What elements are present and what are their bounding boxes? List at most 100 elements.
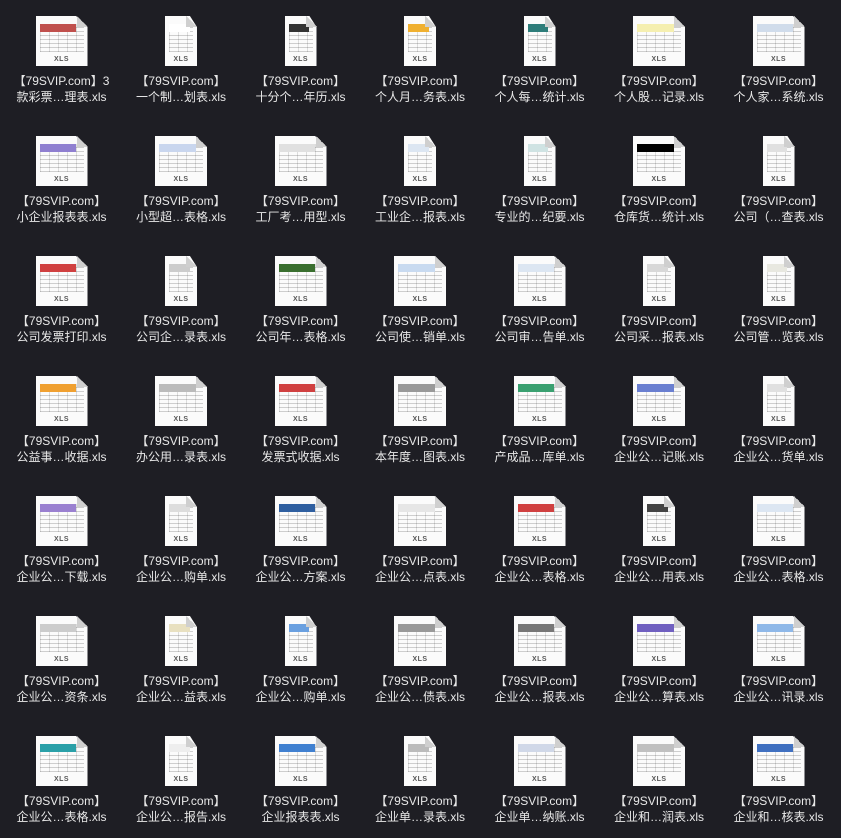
- spreadsheet-file-icon: XLS: [394, 256, 446, 306]
- file-name-line-1: 【79SVIP.com】3: [13, 74, 110, 88]
- file-item[interactable]: XLS 【79SVIP.com】 企业公…点表.xls: [361, 480, 480, 592]
- file-name-line-1: 【79SVIP.com】: [16, 434, 107, 448]
- file-item[interactable]: XLS 【79SVIP.com】 企业公…货单.xls: [719, 360, 838, 472]
- file-type-badge: XLS: [770, 536, 787, 543]
- spreadsheet-file-icon: XLS: [35, 736, 88, 786]
- file-item[interactable]: XLS 【79SVIP.com】 企业公…购单.xls: [122, 480, 241, 592]
- file-item[interactable]: XLS 【79SVIP.com】 公司企…录表.xls: [122, 240, 241, 352]
- file-item[interactable]: XLS 【79SVIP.com】 工业企…报表.xls: [361, 120, 480, 232]
- file-type-badge: XLS: [173, 776, 189, 783]
- file-item[interactable]: XLS 【79SVIP.com】 十分个…年历.xls: [241, 0, 360, 112]
- file-name: 【79SVIP.com】 企业公…资条.xls: [2, 673, 121, 705]
- file-name-line-1: 【79SVIP.com】: [16, 674, 107, 688]
- file-name-line-2: 企业公…方案.xls: [255, 570, 346, 584]
- file-name: 【79SVIP.com】 公司（…查表.xls: [719, 193, 838, 225]
- file-type-badge: XLS: [292, 296, 309, 303]
- file-name-line-1: 【79SVIP.com】: [136, 794, 226, 808]
- file-name-line-1: 【79SVIP.com】: [375, 194, 465, 208]
- spreadsheet-file-icon: XLS: [513, 736, 566, 786]
- file-name: 【79SVIP.com】 公司使…销单.xls: [361, 313, 480, 345]
- file-name: 【79SVIP.com】 企业公…报告.xls: [122, 793, 241, 825]
- file-name-line-1: 【79SVIP.com】: [733, 794, 824, 808]
- file-item[interactable]: XLS 【79SVIP.com】 本年度…图表.xls: [361, 360, 480, 472]
- file-item[interactable]: XLS 【79SVIP.com】 企业单…纳账.xls: [480, 720, 599, 832]
- file-item[interactable]: XLS 【79SVIP.com】 企业公…表格.xls: [719, 480, 838, 592]
- spreadsheet-file-icon: XLS: [35, 616, 88, 666]
- file-type-badge: XLS: [412, 296, 428, 303]
- file-item[interactable]: XLS 【79SVIP.com】 发票式收据.xls: [241, 360, 360, 472]
- file-type-badge: XLS: [531, 416, 548, 423]
- spreadsheet-file-icon: XLS: [274, 376, 327, 426]
- file-name: 【79SVIP.com】 企业公…记账.xls: [600, 433, 719, 465]
- file-item[interactable]: XLS 【79SVIP.com】 公司管…览表.xls: [719, 240, 838, 352]
- file-item[interactable]: XLS 【79SVIP.com】 企业公…讯录.xls: [719, 600, 838, 712]
- file-item[interactable]: XLS 【79SVIP.com】 仓库货…统计.xls: [600, 120, 719, 232]
- file-item[interactable]: XLS 【79SVIP.com】 小企业报表表.xls: [2, 120, 121, 232]
- file-item[interactable]: XLS 【79SVIP.com】 企业公…债表.xls: [361, 600, 480, 712]
- file-name: 【79SVIP.com】 小企业报表表.xls: [2, 193, 121, 225]
- file-item[interactable]: XLS 【79SVIP.com】 公司审…告单.xls: [480, 240, 599, 352]
- file-item[interactable]: XLS 【79SVIP.com】 公益事…收据.xls: [2, 360, 121, 472]
- spreadsheet-file-icon: XLS: [274, 496, 327, 546]
- spreadsheet-file-icon: XLS: [275, 616, 327, 666]
- file-item[interactable]: XLS 【79SVIP.com】 企业公…益表.xls: [122, 600, 241, 712]
- file-name-line-1: 【79SVIP.com】: [255, 554, 346, 568]
- file-item[interactable]: XLS 【79SVIP.com】 企业公…资条.xls: [2, 600, 121, 712]
- file-item[interactable]: XLS 【79SVIP.com】 企业公…用表.xls: [600, 480, 719, 592]
- file-item[interactable]: XLS 【79SVIP.com】 企业公…算表.xls: [600, 600, 719, 712]
- file-item[interactable]: XLS 【79SVIP.com】 一个制…划表.xls: [122, 0, 241, 112]
- file-item[interactable]: XLS 【79SVIP.com】 企业公…记账.xls: [600, 360, 719, 472]
- file-item[interactable]: XLS 【79SVIP.com】 小型超…表格.xls: [122, 120, 241, 232]
- file-item[interactable]: XLS 【79SVIP.com】 专业的…纪要.xls: [480, 120, 599, 232]
- file-item[interactable]: XLS 【79SVIP.com】 个人家…系统.xls: [719, 0, 838, 112]
- file-item[interactable]: XLS 【79SVIP.com】3 款彩票…理表.xls: [2, 0, 121, 112]
- file-item[interactable]: XLS 【79SVIP.com】 公司（…查表.xls: [719, 120, 838, 232]
- file-name-line-2: 企业公…用表.xls: [613, 570, 704, 584]
- file-item[interactable]: XLS 【79SVIP.com】 工厂考…用型.xls: [241, 120, 360, 232]
- file-item[interactable]: XLS 【79SVIP.com】 企业公…表格.xls: [2, 720, 121, 832]
- file-item[interactable]: XLS 【79SVIP.com】 产成品…库单.xls: [480, 360, 599, 472]
- file-name: 【79SVIP.com】 发票式收据.xls: [241, 433, 360, 465]
- file-item[interactable]: XLS 【79SVIP.com】 个人股…记录.xls: [600, 0, 719, 112]
- file-item[interactable]: XLS 【79SVIP.com】 企业公…报告.xls: [122, 720, 241, 832]
- file-item[interactable]: XLS 【79SVIP.com】 企业公…表格.xls: [480, 480, 599, 592]
- file-name-line-1: 【79SVIP.com】: [16, 794, 107, 808]
- file-name-line-1: 【79SVIP.com】: [255, 794, 346, 808]
- file-name-line-1: 【79SVIP.com】: [733, 674, 824, 688]
- file-name: 【79SVIP.com】 工业企…报表.xls: [361, 193, 480, 225]
- file-item[interactable]: XLS 【79SVIP.com】 企业单…录表.xls: [361, 720, 480, 832]
- file-type-badge: XLS: [173, 416, 189, 423]
- file-type-badge: XLS: [53, 56, 70, 63]
- file-item[interactable]: XLS 【79SVIP.com】 企业公…方案.xls: [241, 480, 360, 592]
- file-item[interactable]: XLS 【79SVIP.com】 企业和…润表.xls: [600, 720, 719, 832]
- file-name-line-1: 【79SVIP.com】: [614, 314, 704, 328]
- file-name-line-1: 【79SVIP.com】: [255, 74, 346, 88]
- file-item[interactable]: XLS 【79SVIP.com】 企业报表表.xls: [241, 720, 360, 832]
- file-name-line-2: 个人家…系统.xls: [733, 90, 824, 104]
- file-name: 【79SVIP.com】3 款彩票…理表.xls: [2, 73, 121, 105]
- file-name-line-1: 【79SVIP.com】: [614, 794, 704, 808]
- spreadsheet-file-icon: XLS: [155, 16, 207, 66]
- file-item[interactable]: XLS 【79SVIP.com】 企业公…购单.xls: [241, 600, 360, 712]
- spreadsheet-file-icon: XLS: [633, 16, 685, 66]
- file-name-line-1: 【79SVIP.com】: [255, 434, 346, 448]
- file-name-line-1: 【79SVIP.com】: [255, 194, 346, 208]
- file-item[interactable]: XLS 【79SVIP.com】 企业公…报表.xls: [480, 600, 599, 712]
- file-item[interactable]: XLS 【79SVIP.com】 公司发票打印.xls: [2, 240, 121, 352]
- file-item[interactable]: XLS 【79SVIP.com】 企业和…核表.xls: [719, 720, 838, 832]
- file-item[interactable]: XLS 【79SVIP.com】 个人每…统计.xls: [480, 0, 599, 112]
- file-name-line-2: 企业单…录表.xls: [374, 810, 465, 824]
- file-name: 【79SVIP.com】 一个制…划表.xls: [122, 73, 241, 105]
- file-item[interactable]: XLS 【79SVIP.com】 公司年…表格.xls: [241, 240, 360, 352]
- file-item[interactable]: XLS 【79SVIP.com】 企业公…下载.xls: [2, 480, 121, 592]
- file-item[interactable]: XLS 【79SVIP.com】 个人月…务表.xls: [361, 0, 480, 112]
- file-item[interactable]: XLS 【79SVIP.com】 公司使…销单.xls: [361, 240, 480, 352]
- file-name: 【79SVIP.com】 企业公…用表.xls: [600, 553, 719, 585]
- spreadsheet-file-icon: XLS: [513, 256, 566, 306]
- file-name: 【79SVIP.com】 企业公…购单.xls: [241, 673, 360, 705]
- file-item[interactable]: XLS 【79SVIP.com】 公司采…报表.xls: [600, 240, 719, 352]
- file-name-line-1: 【79SVIP.com】: [375, 314, 465, 328]
- spreadsheet-file-icon: XLS: [35, 376, 88, 426]
- file-type-badge: XLS: [412, 56, 428, 63]
- file-item[interactable]: XLS 【79SVIP.com】 办公用…录表.xls: [122, 360, 241, 472]
